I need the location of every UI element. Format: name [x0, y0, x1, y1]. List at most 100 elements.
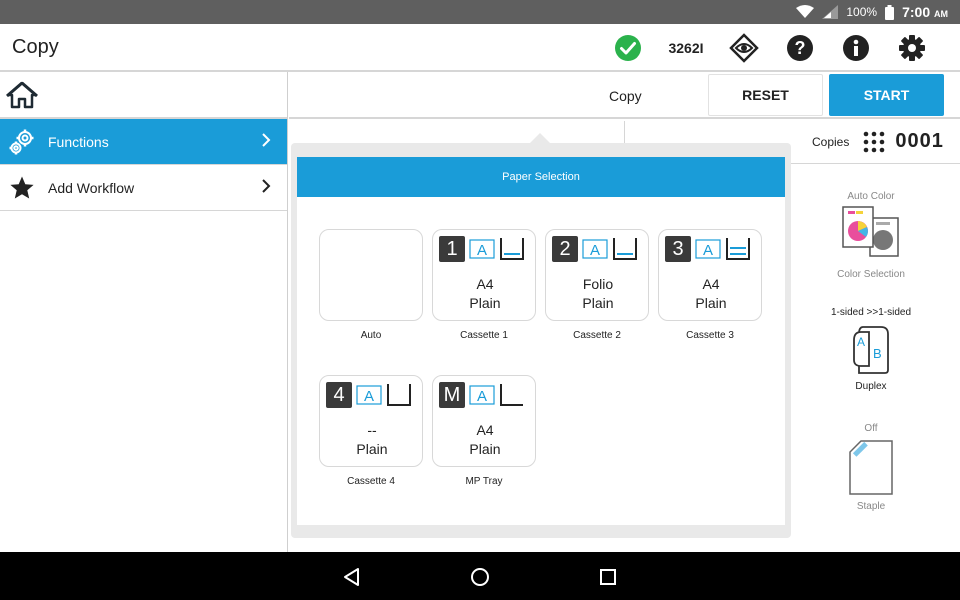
tray-card[interactable] — [319, 229, 423, 321]
divider — [624, 121, 625, 143]
eye-diamond-icon — [729, 33, 759, 63]
duplex-option[interactable]: 1-sided >>1-sided A B Duplex — [820, 307, 922, 392]
status-bar: 100% 7:00 AM — [0, 0, 960, 24]
paper-a-icon: A — [469, 385, 495, 405]
tray-caption: MP Tray — [465, 476, 503, 487]
sidebar-item-label: Add Workflow — [48, 179, 135, 196]
tray-card[interactable]: 2 A Folio Plain — [545, 229, 649, 321]
staple-value: Off — [864, 423, 878, 434]
copies-label: Copies — [812, 134, 850, 149]
svg-text:A: A — [857, 335, 865, 349]
popup-body: Paper Selection Auto 1 A A4 Plain Casset… — [297, 157, 785, 525]
clock: 7:00 AM — [902, 4, 948, 20]
chevron-right-icon — [262, 179, 271, 193]
svg-text:A: A — [477, 388, 487, 405]
navigation-bar — [0, 552, 960, 600]
tray-level-icon — [500, 238, 524, 260]
tray-media-type: Plain — [469, 295, 501, 311]
tray-paper-size: -- — [367, 422, 377, 438]
staple-option[interactable]: Off Staple — [820, 423, 922, 512]
copies-value: 0001 — [895, 130, 944, 152]
sidebar-item-label: Functions — [48, 133, 109, 150]
page-title: Copy — [12, 36, 59, 58]
device-model: 3262I — [668, 40, 704, 56]
svg-text:A: A — [590, 242, 600, 259]
chevron-right-icon — [262, 133, 271, 147]
tray-paper-size: A4 — [476, 276, 494, 292]
battery-level: 100% — [846, 5, 878, 19]
copies-control[interactable]: Copies 0001 — [812, 130, 944, 153]
tray-caption: Cassette 1 — [460, 330, 508, 341]
tray-auto[interactable]: Auto — [319, 229, 423, 341]
tray-level-icon — [613, 238, 637, 260]
color-selection-label: Color Selection — [837, 269, 905, 280]
tray-cassette-3[interactable]: 3 A A4 Plain Cassette 3 — [658, 229, 762, 341]
paper-selection-popup: Paper Selection Auto 1 A A4 Plain Casset… — [291, 133, 791, 538]
tray-media-type: Plain — [695, 295, 727, 311]
svg-text:?: ? — [795, 38, 806, 58]
signal-icon — [822, 5, 839, 19]
back-icon[interactable] — [342, 567, 362, 587]
home-icon — [6, 81, 38, 108]
popup-title: Paper Selection — [297, 157, 785, 197]
tray-number: M — [439, 382, 465, 408]
tray-empty-icon — [387, 384, 411, 406]
tray-card[interactable]: 3 A A4 Plain — [658, 229, 762, 321]
info-button[interactable] — [828, 31, 884, 65]
gears-icon — [8, 128, 36, 156]
tray-card[interactable]: 1 A A4 Plain — [432, 229, 536, 321]
help-icon: ? — [787, 35, 813, 61]
star-icon — [8, 174, 36, 202]
duplex-icon: A B — [853, 326, 889, 374]
tray-number: 1 — [439, 236, 465, 262]
tray-mp-tray[interactable]: M A A4 Plain MP Tray — [432, 375, 536, 487]
tray-caption: Cassette 2 — [573, 330, 621, 341]
color-mode-value: Auto Color — [847, 191, 895, 202]
popup-arrow — [530, 133, 550, 143]
tray-cassette-1[interactable]: 1 A A4 Plain Cassette 1 — [432, 229, 536, 341]
sidebar-item-functions[interactable]: Functions — [0, 119, 287, 165]
info-icon — [843, 35, 869, 61]
home-button[interactable] — [0, 72, 287, 119]
tray-card[interactable]: 4 A -- Plain — [319, 375, 423, 467]
tray-level-icon — [726, 238, 750, 260]
tray-media-type: Plain — [582, 295, 614, 311]
sidebar-item-add-workflow[interactable]: Add Workflow — [0, 165, 287, 211]
app-bar: Copy 3262I ? — [0, 24, 960, 72]
tray-paper-size: A4 — [702, 276, 720, 292]
svg-text:B: B — [873, 346, 882, 361]
tray-cassette-4[interactable]: 4 A -- Plain Cassette 4 — [319, 375, 423, 487]
paper-a-icon: A — [356, 385, 382, 405]
check-circle-icon — [615, 35, 641, 61]
tray-number: 3 — [665, 236, 691, 262]
reset-button[interactable]: RESET — [708, 74, 823, 116]
tray-caption: Cassette 4 — [347, 476, 395, 487]
preview-button[interactable] — [716, 31, 772, 65]
home-nav-icon[interactable] — [470, 567, 490, 587]
svg-text:A: A — [703, 242, 713, 259]
paper-a-icon: A — [469, 239, 495, 259]
app-bar-icons: 3262I ? — [600, 31, 940, 65]
recents-icon[interactable] — [598, 567, 618, 587]
duplex-label: Duplex — [855, 381, 887, 392]
start-button[interactable]: START — [829, 74, 944, 116]
tray-caption: Auto — [360, 330, 382, 341]
tray-paper-size: A4 — [476, 422, 494, 438]
settings-button[interactable] — [884, 31, 940, 65]
tray-media-type: Plain — [356, 441, 388, 457]
paper-a-icon: A — [582, 239, 608, 259]
gear-icon — [899, 35, 925, 61]
sidebar: Functions Add Workflow — [0, 72, 288, 552]
paper-a-icon: A — [695, 239, 721, 259]
action-bar: Copy RESET START — [289, 72, 960, 119]
svg-text:A: A — [364, 388, 374, 405]
tray-cassette-2[interactable]: 2 A Folio Plain Cassette 2 — [545, 229, 649, 341]
tray-card[interactable]: M A A4 Plain — [432, 375, 536, 467]
help-button[interactable]: ? — [772, 31, 828, 65]
duplex-value: 1-sided >>1-sided — [830, 307, 912, 318]
color-selection-option[interactable]: Auto Color Color Selection — [820, 191, 922, 280]
keypad-icon — [864, 131, 885, 152]
status-ok-button[interactable] — [600, 31, 656, 65]
mp-tray-icon — [500, 384, 523, 406]
tray-paper-size: Folio — [582, 276, 614, 292]
